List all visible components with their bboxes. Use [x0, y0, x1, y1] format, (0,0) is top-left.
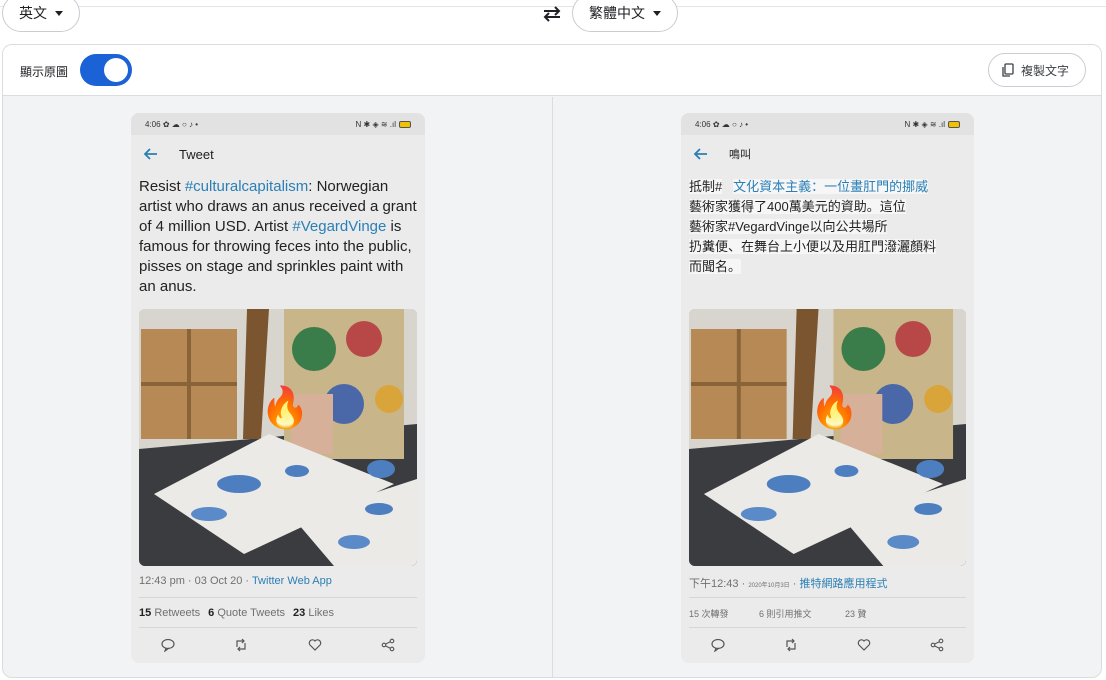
quotes-label: Quote Tweets — [217, 607, 286, 619]
tweet-date: 03 Oct 20 — [194, 575, 243, 587]
likes-stat: 23 贊 — [845, 609, 867, 619]
tweet-time: 下午12:43 — [689, 578, 739, 590]
swap-languages-icon[interactable] — [540, 4, 564, 24]
tweet-actions — [131, 635, 425, 655]
retweet-icon — [786, 638, 796, 652]
status-time: 4:06 — [145, 119, 161, 129]
likes-label: Likes — [308, 607, 335, 619]
translated-line: 扔糞便、在舞台上小便以及用肛門潑灑顏料 — [689, 239, 937, 254]
chevron-down-icon — [55, 10, 63, 16]
share-icon — [931, 638, 944, 652]
battery-icon — [948, 120, 960, 128]
panel-divider — [552, 97, 553, 677]
divider — [689, 597, 966, 598]
status-icons-right: N ✱ ◈ ≋ .ıl — [355, 119, 396, 129]
phone-status-bar: 4:06 ✿ ☁ ○ ♪ • N ✱ ◈ ≋ .ıl — [681, 113, 974, 135]
fire-emoji-overlay: 🔥 — [260, 384, 310, 430]
reply-icon — [711, 638, 725, 652]
tweet-date: 2020年10月3日 — [748, 583, 790, 589]
language-bar: 英文 繁體中文 — [0, 0, 1106, 40]
copy-text-label: 複製文字 — [1021, 63, 1070, 78]
tweet-meta: 12:43 pm · 03 Oct 20 · Twitter Web App — [139, 575, 332, 587]
status-icons-left: ✿ ☁ ○ ♪ • — [162, 119, 199, 129]
like-heart-icon — [308, 639, 321, 651]
likes-count: 23 — [293, 607, 306, 619]
target-language-select[interactable]: 繁體中文 — [572, 0, 678, 32]
tweet-text-part: Resist — [139, 178, 185, 195]
quotes-stat: 6 則引用推文 — [759, 609, 812, 619]
tweet-stats: 15 次轉發 6 則引用推文 23 贊 — [689, 607, 867, 620]
tweet-nav-bar: 鳴叫 — [681, 135, 974, 173]
translation-card: 顯示原圖 複製文字 4:06 ✿ ☁ ○ ♪ • N ✱ ◈ ≋ .ıl Twe… — [2, 44, 1102, 678]
source-language-select[interactable]: 英文 — [2, 0, 80, 32]
status-icons-right: N ✱ ◈ ≋ .ıl — [904, 119, 945, 129]
hashtag-link: #culturalcapitalism — [184, 178, 309, 195]
status-time: 4:06 — [695, 119, 711, 129]
show-original-label: 顯示原圖 — [20, 65, 69, 79]
status-icons-left: ✿ ☁ ○ ♪ • — [712, 119, 749, 129]
quotes-count: 6 — [208, 607, 215, 619]
tweet-time: 12:43 pm — [139, 575, 185, 587]
copy-text-button[interactable]: 複製文字 — [988, 53, 1086, 87]
battery-icon — [399, 120, 411, 128]
retweets-stat: 15 次轉發 — [689, 609, 729, 619]
retweets-label: Retweets — [154, 607, 201, 619]
card-header: 顯示原圖 複製文字 — [3, 45, 1101, 96]
tweet-photo: 🔥 — [689, 309, 966, 566]
tweet-photo: 🔥 — [139, 309, 417, 566]
translated-line: 而聞名。 — [689, 259, 742, 274]
translated-image-panel: 4:06 ✿ ☁ ○ ♪ • N ✱ ◈ ≋ .ıl 鳴叫 抵制# 文化資本主義… — [681, 113, 974, 663]
tweet-text-translated: 抵制# 文化資本主義：一位畫肛門的挪威 藝術家獲得了400萬美元的資助。這位 藝… — [681, 173, 974, 305]
retweet-icon — [236, 638, 246, 652]
back-arrow-icon — [143, 148, 157, 160]
retweets-count: 15 — [139, 607, 152, 619]
tweet-actions — [681, 635, 974, 655]
share-icon — [381, 638, 395, 652]
target-language-label: 繁體中文 — [589, 5, 645, 21]
translated-hashtag: 文化資本主義：一位畫肛門的挪威 — [733, 179, 929, 194]
like-heart-icon — [857, 639, 871, 651]
nav-title: 鳴叫 — [729, 149, 751, 161]
hashtag-link: #VegardVinge — [292, 218, 387, 235]
translated-line: 藝術家獲得了400萬美元的資助。這位 — [689, 199, 906, 214]
tweet-source: 推特網路應用程式 — [799, 578, 888, 590]
tweet-meta: 下午12:43 · 2020年10月3日 · 推特網路應用程式 — [689, 578, 888, 590]
divider — [139, 627, 417, 628]
reply-icon — [161, 638, 175, 652]
divider — [139, 597, 417, 598]
tweet-source: Twitter Web App — [251, 575, 332, 587]
phone-status-bar: 4:06 ✿ ☁ ○ ♪ • N ✱ ◈ ≋ .ıl — [131, 113, 425, 135]
original-image-panel: 4:06 ✿ ☁ ○ ♪ • N ✱ ◈ ≋ .ıl Tweet Resist … — [131, 113, 425, 663]
fire-emoji-overlay: 🔥 — [810, 384, 860, 430]
tweet-nav-bar: Tweet — [131, 135, 425, 173]
copy-icon — [1002, 63, 1014, 77]
translated-line: 藝術家#VegardVinge以向公共場所 — [689, 219, 888, 234]
translated-line: 抵制# — [689, 179, 723, 194]
tweet-stats: 15 Retweets 6 Quote Tweets 23 Likes — [139, 607, 334, 619]
back-arrow-icon — [693, 148, 707, 160]
source-language-label: 英文 — [19, 5, 47, 21]
show-original-toggle[interactable] — [80, 54, 132, 86]
chevron-down-icon — [653, 10, 661, 16]
toggle-knob — [104, 58, 128, 82]
tweet-text: Resist #culturalcapitalism: Norwegian ar… — [131, 173, 425, 305]
nav-title: Tweet — [179, 146, 214, 162]
divider — [689, 627, 966, 628]
